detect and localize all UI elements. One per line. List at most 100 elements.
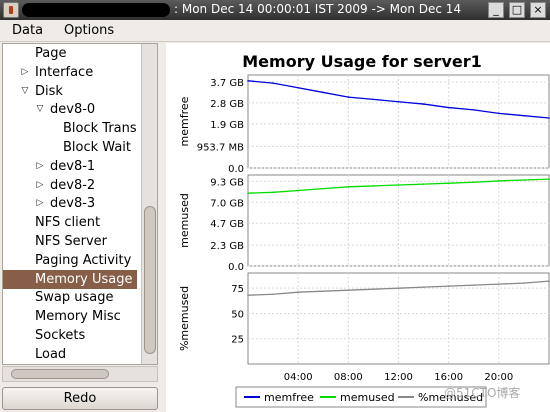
data-point	[397, 184, 400, 186]
watermark: @51CTO博客	[444, 386, 521, 400]
data-point	[297, 189, 299, 192]
tree-item[interactable]: Sockets	[3, 326, 137, 345]
tree-item[interactable]: ▷ dev8-2	[3, 176, 137, 195]
y-tick-label: 0.0	[228, 164, 244, 175]
tree-item[interactable]: Swap usage	[3, 288, 137, 307]
tree-item[interactable]: Memory Usage	[3, 269, 137, 289]
tree-scroll-thumb[interactable]	[144, 206, 156, 354]
tree-horizontal-scrollbar[interactable]	[2, 366, 158, 382]
tree-item[interactable]: ▷ Interface	[3, 63, 137, 82]
tree-item[interactable]: Page	[3, 44, 137, 63]
tree-item[interactable]: ▷ dev8-3	[3, 194, 137, 213]
data-point	[247, 80, 249, 82]
data-point	[472, 284, 475, 286]
data-point	[523, 179, 525, 181]
tree-item[interactable]: Block Wait	[3, 138, 137, 157]
y-tick-label: 75	[231, 284, 244, 295]
y-tick-label: 9.3 GB	[210, 177, 244, 188]
y-tick-label: 25	[231, 335, 244, 346]
data-point	[347, 96, 350, 98]
tree-item[interactable]: Paging Activity	[3, 251, 137, 270]
tree-item[interactable]: ▽ dev8-0	[3, 100, 137, 119]
x-tick-label: 16:00	[434, 372, 463, 383]
data-point	[397, 100, 400, 103]
collapsed-arrow-icon[interactable]: ▷	[34, 194, 46, 213]
y-axis-label: memused	[178, 193, 191, 248]
legend-label: memused	[340, 391, 395, 404]
y-tick-label: 3.7 GB	[210, 78, 244, 89]
tree-item[interactable]: ▷ dev8-1	[3, 157, 137, 176]
tree-item[interactable]: ▽ Disk	[3, 82, 137, 101]
data-point	[372, 98, 375, 101]
x-tick-label: 08:00	[334, 372, 363, 383]
chart-panel: Memory Usage for server1 3.7 GB 2.8 GB 1.9 …	[166, 43, 550, 412]
data-point	[322, 290, 325, 292]
tree-item-label: dev8-2	[50, 177, 96, 193]
tree-item-label: dev8-0	[50, 102, 96, 118]
menu-options[interactable]: Options	[64, 23, 114, 38]
data-point	[247, 192, 249, 194]
data-point	[447, 285, 450, 287]
tree-item-label: Page	[35, 46, 67, 61]
title-bar: : Mon Dec 14 00:00:01 IST 2009 -> Mon De…	[0, 0, 550, 20]
data-point	[347, 186, 350, 188]
tree-item[interactable]: NFS client	[3, 213, 137, 232]
data-point	[322, 91, 325, 94]
x-tick-label: 20:00	[484, 372, 513, 383]
tree-item-label: dev8-3	[50, 196, 96, 212]
menu-data[interactable]: Data	[12, 23, 43, 38]
data-point	[247, 294, 249, 297]
data-point	[498, 180, 500, 182]
y-tick-label: 50	[231, 309, 244, 320]
y-tick-label: 953.7 MB	[197, 142, 244, 153]
data-point	[422, 286, 425, 288]
data-point	[272, 293, 274, 296]
x-tick-label: 04:00	[284, 372, 313, 383]
data-point	[472, 181, 475, 184]
tree-item[interactable]: Load	[3, 345, 137, 364]
data-point	[372, 288, 375, 290]
data-point	[422, 103, 425, 105]
minimize-button[interactable]: _	[488, 2, 504, 18]
tree-item[interactable]: Block Trans	[3, 119, 137, 138]
tree-item-label: dev8-1	[50, 158, 96, 174]
data-point	[272, 82, 274, 84]
collapsed-arrow-icon[interactable]: ▷	[19, 63, 31, 82]
data-point	[297, 86, 299, 89]
chart-title: Memory Usage for server1	[242, 52, 482, 71]
collapsed-arrow-icon[interactable]: ▷	[34, 157, 46, 176]
memory-usage-chart: Memory Usage for server1 3.7 GB 2.8 GB 1.9 …	[178, 52, 550, 408]
legend-label: memfree	[264, 391, 314, 404]
data-point	[322, 187, 325, 190]
maximize-button[interactable]: □	[509, 2, 525, 18]
tree-vertical-scrollbar[interactable]	[141, 44, 157, 364]
y-tick-label: 2.8 GB	[210, 99, 244, 110]
tree-item-label: Paging Activity	[35, 252, 132, 268]
y-tick-label: 4.7 GB	[210, 219, 244, 230]
y-tick-label: 0.0	[228, 262, 244, 273]
tree-item-label: Block Trans	[63, 121, 137, 137]
java-app-icon	[3, 2, 19, 18]
tree-item[interactable]: NFS Server	[3, 232, 137, 251]
redo-button[interactable]: Redo	[2, 387, 158, 410]
tree-item-label: Block Wait	[63, 140, 131, 155]
tree-item-label: Interface	[35, 64, 94, 80]
x-tick-label: 12:00	[384, 372, 413, 383]
tree-item-label: Disk	[35, 83, 63, 99]
tree-item-label: Swap usage	[35, 290, 114, 306]
y-axis-label: memfree	[178, 96, 191, 146]
expanded-arrow-icon[interactable]: ▽	[19, 82, 31, 101]
close-button[interactable]: ×	[530, 2, 546, 18]
tree-item-label: Sockets	[35, 328, 86, 343]
y-axis-label: %memused	[178, 286, 191, 351]
data-point	[498, 283, 500, 285]
data-point	[297, 291, 299, 294]
data-point	[422, 183, 425, 185]
tree-item-label: Load	[35, 346, 67, 362]
data-point	[447, 182, 450, 184]
collapsed-arrow-icon[interactable]: ▷	[34, 176, 46, 195]
tree-item[interactable]: Memory Misc	[3, 307, 137, 326]
tree-hscroll-thumb[interactable]	[11, 369, 109, 379]
data-point	[372, 185, 375, 187]
expanded-arrow-icon[interactable]: ▽	[34, 100, 46, 119]
